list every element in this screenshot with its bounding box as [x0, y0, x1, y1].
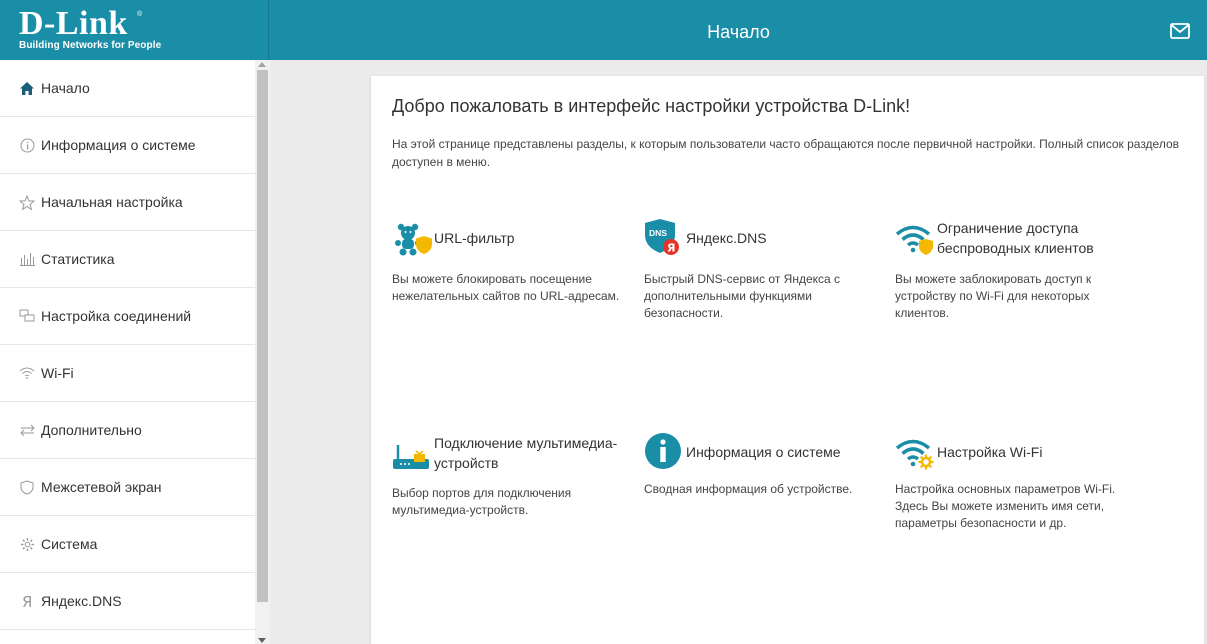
info-circle-icon — [645, 433, 681, 469]
yandex-icon: Я — [19, 593, 35, 609]
arrows-icon — [19, 422, 35, 438]
tile-yandex-dns[interactable]: DNS Я Яндекс.DNS Быстрый DNS-сервис от Я… — [644, 218, 884, 320]
sidebar-item-label: Статистика — [41, 251, 115, 267]
sidebar-item-wifi[interactable]: Wi-Fi — [0, 345, 255, 402]
sidebar-item-label: Wi-Fi — [41, 365, 74, 381]
tile-description: Сводная информация об устройстве. — [644, 482, 853, 496]
sidebar-item-label: Яндекс.DNS — [41, 593, 122, 609]
star-icon — [19, 194, 35, 210]
sidebar: Начало Информация о системе Начальная на… — [0, 60, 270, 644]
sidebar-item-system[interactable]: Система — [0, 516, 255, 573]
tile-multimedia-devices[interactable]: Подключение мультимедиа-устройств Выбор … — [392, 432, 632, 522]
tile-description: Выбор портов для подключения мультимедиа… — [392, 486, 572, 517]
tile-title[interactable]: Настройка Wi-Fi — [937, 442, 1127, 462]
tile-title[interactable]: URL-фильтр — [434, 228, 515, 248]
wifi-gear-icon — [895, 439, 934, 470]
bar-chart-icon — [19, 251, 35, 267]
info-icon — [19, 137, 35, 153]
yandex-dns-icon: DNS Я — [645, 219, 679, 255]
scroll-thumb[interactable] — [257, 70, 268, 602]
sidebar-scrollbar[interactable] — [255, 60, 270, 644]
tile-wireless-access-control[interactable]: Ограничение доступа беспроводных клиенто… — [895, 218, 1195, 328]
tile-title[interactable]: Информация о системе — [686, 442, 886, 462]
tile-url-filter[interactable]: URL-фильтр Вы можете блокировать посещен… — [392, 218, 632, 308]
page-title: Начало — [707, 22, 770, 42]
sidebar-item-label: Начальная настройка — [41, 194, 183, 210]
yandex-badge-letter: Я — [667, 242, 675, 255]
logo-tagline: Building Networks for People — [19, 40, 162, 51]
tile-system-info[interactable]: Информация о системе Сводная информация … — [644, 432, 884, 522]
multimedia-icon — [393, 445, 429, 469]
sidebar-item-advanced[interactable]: Дополнительно — [0, 402, 255, 459]
svg-text:Я: Я — [22, 593, 32, 609]
tile-description: Вы можете заблокировать доступ к устройс… — [895, 272, 1092, 320]
dns-badge-text: DNS — [649, 228, 667, 238]
wifi-shield-icon — [895, 225, 933, 255]
tile-title[interactable]: Ограничение доступа беспроводных клиенто… — [937, 218, 1127, 258]
sidebar-item-label: Система — [41, 536, 98, 552]
logo-registered-mark: ® — [137, 11, 143, 18]
connections-icon — [19, 308, 35, 324]
sidebar-item-initial-setup[interactable]: Начальная настройка — [0, 174, 255, 231]
logo-text: D-Link — [19, 5, 128, 42]
top-header: D-Link ® Building Networks for People На… — [0, 0, 1207, 60]
gear-icon — [19, 536, 35, 552]
sidebar-item-label: Информация о системе — [41, 137, 196, 153]
sidebar-item-system-info[interactable]: Информация о системе — [0, 117, 255, 174]
sidebar-item-label: Настройка соединений — [41, 308, 192, 324]
tile-title[interactable]: Подключение мультимедиа-устройств — [434, 433, 624, 473]
sidebar-item-label: Дополнительно — [41, 422, 142, 438]
shield-icon — [19, 479, 35, 495]
sidebar-item-firewall[interactable]: Межсетевой экран — [0, 459, 255, 516]
sidebar-item-statistics[interactable]: Статистика — [0, 231, 255, 288]
scroll-down-arrow[interactable] — [258, 638, 266, 643]
sidebar-item-yandex-dns[interactable]: Я Яндекс.DNS — [0, 573, 255, 630]
welcome-description: На этой странице представлены разделы, к… — [392, 137, 1180, 169]
tile-description: Вы можете блокировать посещение нежелате… — [392, 272, 620, 303]
scroll-up-arrow[interactable] — [258, 62, 266, 67]
envelope-icon[interactable] — [1170, 23, 1190, 39]
sidebar-item-label: Начало — [41, 80, 90, 96]
tile-description: Быстрый DNS-сервис от Яндекса с дополнит… — [644, 272, 841, 320]
sidebar-item-label: Межсетевой экран — [41, 479, 162, 495]
url-filter-icon — [395, 223, 432, 256]
welcome-card: Добро пожаловать в интерфейс настройки у… — [371, 76, 1204, 644]
tile-wifi-settings[interactable]: Настройка Wi-Fi Настройка основных парам… — [895, 432, 1135, 542]
sidebar-item-home[interactable]: Начало — [0, 60, 255, 117]
sidebar-item-connections[interactable]: Настройка соединений — [0, 288, 255, 345]
logo[interactable]: D-Link ® Building Networks for People — [0, 0, 269, 60]
tile-description: Настройка основных параметров Wi-Fi. Зде… — [895, 482, 1116, 530]
tile-title[interactable]: Яндекс.DNS — [686, 228, 767, 248]
home-icon — [19, 80, 35, 96]
welcome-title: Добро пожаловать в интерфейс настройки у… — [392, 96, 911, 116]
wifi-icon — [19, 365, 35, 381]
